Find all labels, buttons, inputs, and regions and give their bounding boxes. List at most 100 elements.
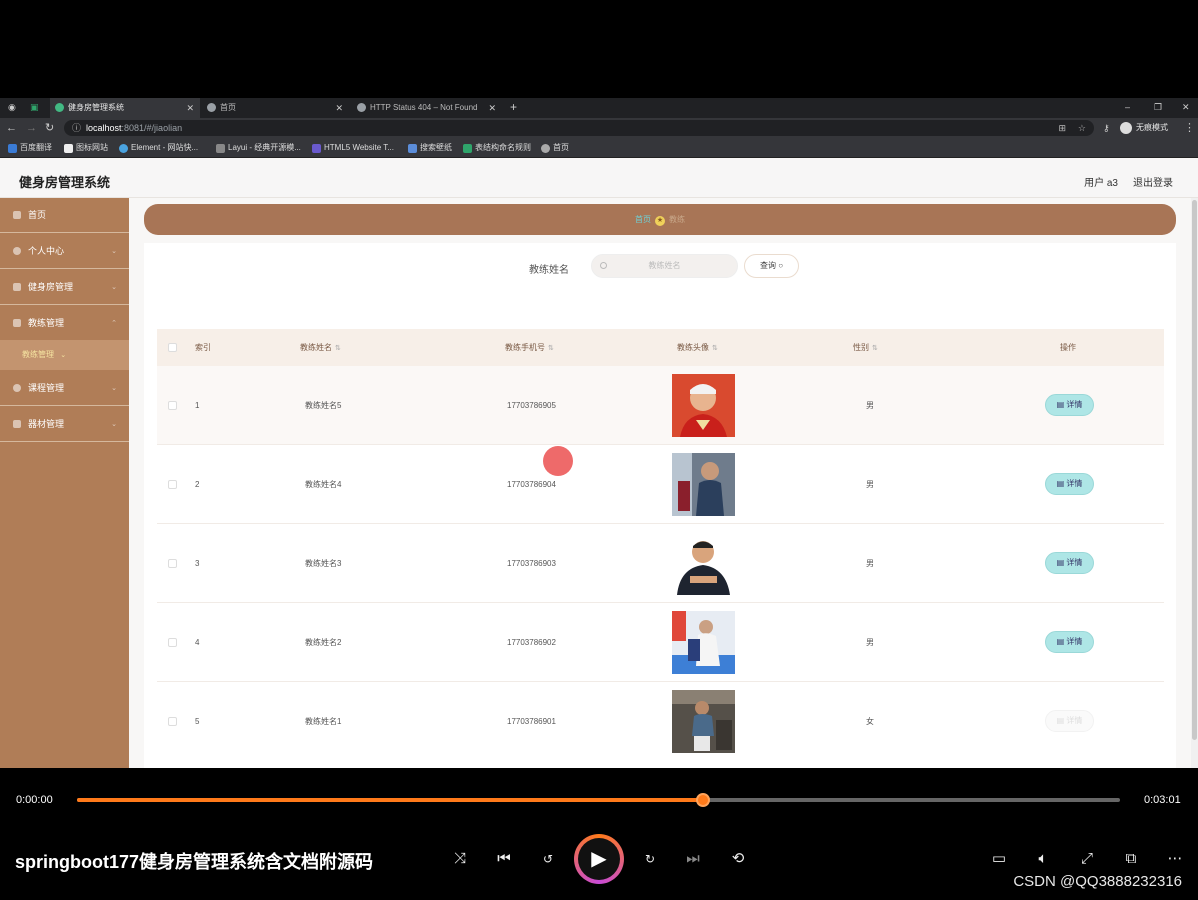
back-icon[interactable]: ← [6,120,17,136]
maximize-button[interactable]: ❐ [1154,98,1162,116]
row-checkbox[interactable] [168,717,177,726]
repeat-off-icon[interactable]: ⟲ [727,848,749,870]
url-bar[interactable]: ⓘ localhost:8081/#/jiaolian ⊞ ☆ [64,120,1094,136]
next-icon[interactable]: ⏭ [682,848,704,870]
globe-icon [357,103,366,112]
user-icon [13,247,21,255]
volume-icon[interactable]: 🔈︎ [1032,848,1054,870]
browser-toolbar: ← → ↻ ⓘ localhost:8081/#/jiaolian ⊞ ☆ ⚷ … [0,118,1198,138]
bookmark[interactable]: 百度翻译 [8,138,52,158]
bookmark[interactable]: 首页 [541,138,569,158]
sort-icon[interactable]: ⇅ [712,345,718,352]
table-row[interactable]: 3 教练姓名3 17703786903 男 ▤ 详情 [157,524,1164,603]
minimize-button[interactable]: – [1125,98,1130,116]
table-row[interactable]: 4 教练姓名2 17703786902 男 ▤ 详情 [157,603,1164,682]
grid-icon [13,283,21,291]
watermark: CSDN @QQ3888232316 [1013,873,1182,890]
sort-icon[interactable]: ⇅ [548,345,554,352]
bookmark[interactable]: Layui - 经典开源模... [216,138,301,158]
grid-icon [13,420,21,428]
row-checkbox[interactable] [168,480,177,489]
detail-button[interactable]: ▤ 详情 [1045,394,1094,416]
sidebar-subitem-coach[interactable]: 教练管理 ⌄ [0,340,129,370]
bookmark[interactable]: HTML5 Website T... [312,138,394,158]
sidebar-item-gym-management[interactable]: 健身房管理 ⌄ [0,270,129,305]
column-header-name[interactable]: 教练姓名 ⇅ [300,329,341,367]
bookmark[interactable]: 搜索壁纸 [408,138,452,158]
column-header-gender[interactable]: 性别 ⇅ [853,329,878,367]
more-options-icon[interactable]: ⋯ [1164,848,1186,870]
select-all-checkbox[interactable] [168,343,177,352]
menu-icon[interactable]: ⋮ [1184,120,1195,136]
translate-icon[interactable]: ⊞ [1058,120,1066,136]
document-icon: ▤ [1056,558,1065,567]
table-row[interactable]: 2 教练姓名4 17703786904 男 ▤ 详情 [157,445,1164,524]
column-header-actions: 操作 [1060,343,1076,352]
sort-icon[interactable]: ⇅ [335,345,341,352]
rewind-10-icon[interactable]: ↺ [537,848,559,870]
column-header-avatar[interactable]: 教练头像 ⇅ [677,329,718,367]
coach-name-input[interactable]: 教练姓名 [591,254,738,278]
reload-icon[interactable]: ↻ [45,120,54,136]
star-icon[interactable]: ☆ [1078,120,1086,136]
miniplayer-icon[interactable]: ⧉ [1120,848,1142,870]
chevron-up-icon: ⌃ [111,320,117,327]
bookmark[interactable]: Element - 网站快... [119,138,198,158]
progress-handle[interactable] [696,793,710,807]
column-header-phone[interactable]: 教练手机号 ⇅ [505,329,554,367]
close-tab-icon[interactable]: ✕ [335,98,343,118]
vue-icon [55,103,64,112]
pinned-tab-icon[interactable]: ▣ [30,98,39,116]
sidebar-item-personal-center[interactable]: 个人中心 ⌄ [0,234,129,269]
table-row[interactable]: 1 教练姓名5 17703786905 男 ▤ 详情 [157,366,1164,445]
close-tab-icon[interactable]: ✕ [186,98,194,118]
globe-icon [207,103,216,112]
bookmark-icon [216,144,225,153]
chevron-down-icon: ⌄ [111,421,117,428]
forward-icon[interactable]: → [26,120,37,136]
incognito-profile[interactable]: 无痕模式 [1120,120,1168,136]
play-button[interactable]: ▶ [574,834,624,884]
sidebar-item-course-management[interactable]: 课程管理 ⌄ [0,371,129,406]
sidebar: 首页 个人中心 ⌄ 健身房管理 ⌄ 教练管理 ⌃ 教练管理 ⌄ 课程管理 ⌄ 器… [0,198,129,768]
search-button[interactable]: 查询 ○ [744,254,799,278]
search-icon: ○ [778,261,784,270]
bookmark[interactable]: 图标网站 [64,138,108,158]
fullscreen-icon[interactable]: ⤢ [1076,848,1098,870]
breadcrumb-home[interactable]: 首页 [635,215,651,224]
browser-tab-bar: ◉ ▣ 健身房管理系统 ✕ 首页 ✕ HTTP Status 404 – Not… [0,98,1198,118]
detail-button[interactable]: ▤ 详情 [1045,710,1094,732]
subtitles-icon[interactable]: ▭ [988,848,1010,870]
tab-gym-system[interactable]: 健身房管理系统 ✕ [50,98,200,118]
sidebar-item-equipment-management[interactable]: 器材管理 ⌄ [0,407,129,442]
coach-avatar-image [672,532,735,595]
app-viewport: 健身房管理系统 用户 a3 退出登录 首页 个人中心 ⌄ 健身房管理 ⌄ 教练管… [0,158,1198,768]
current-time: 0:00:00 [16,794,53,806]
coach-name: 教练姓名3 [305,559,342,568]
tab-home[interactable]: 首页 ✕ [202,98,349,118]
close-tab-icon[interactable]: ✕ [488,98,496,118]
new-tab-button[interactable]: + [510,98,517,116]
column-header: 索引 [195,343,211,352]
shuffle-icon[interactable]: ⤨ [449,848,471,870]
sidebar-item-home[interactable]: 首页 [0,198,129,233]
sidebar-item-coach-management[interactable]: 教练管理 ⌃ [0,306,129,341]
detail-button[interactable]: ▤ 详情 [1045,552,1094,574]
forward-30-icon[interactable]: ↻ [639,848,661,870]
app-header: 健身房管理系统 用户 a3 退出登录 [0,160,1198,198]
detail-button[interactable]: ▤ 详情 [1045,473,1094,495]
tab-404[interactable]: HTTP Status 404 – Not Found ✕ [352,98,502,118]
coach-gender: 男 [866,401,874,410]
scrollbar-thumb[interactable] [1192,200,1197,740]
close-window-button[interactable]: ✕ [1182,98,1190,116]
bookmark[interactable]: 表结构命名规则 [463,138,531,158]
table-row[interactable]: 5 教练姓名1 17703786901 女 ▤ 详情 [157,682,1164,761]
sort-icon[interactable]: ⇅ [872,345,878,352]
key-icon[interactable]: ⚷ [1103,120,1110,136]
row-checkbox[interactable] [168,401,177,410]
row-checkbox[interactable] [168,638,177,647]
detail-button[interactable]: ▤ 详情 [1045,631,1094,653]
row-checkbox[interactable] [168,559,177,568]
previous-icon[interactable]: ⏮ [493,848,515,870]
logout-button[interactable]: 退出登录 [1133,174,1173,189]
